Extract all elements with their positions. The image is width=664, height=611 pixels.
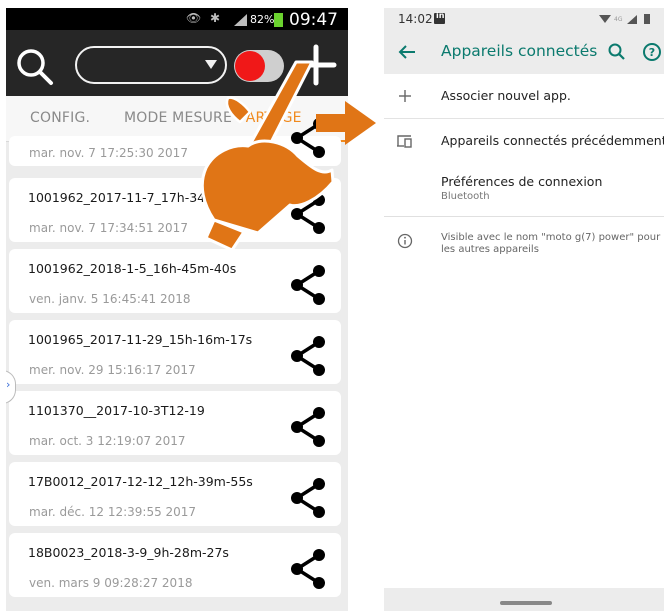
recording-title: 1001965_2017-11-29_15h-16m-17s xyxy=(28,332,253,347)
divider xyxy=(384,216,664,217)
linkedin-icon: in xyxy=(434,11,445,24)
signal-icon xyxy=(234,14,247,26)
associate-label: Associer nouvel app. xyxy=(441,88,571,103)
network-label: 4G xyxy=(614,16,623,23)
share-icon[interactable] xyxy=(289,116,327,160)
right-phone-screen: 14:02 in 4G Appareils connectés ? Associ… xyxy=(384,8,664,611)
recording-title: 1001962_2018-1-5_16h-45m-40s xyxy=(28,261,237,276)
search-icon[interactable] xyxy=(606,41,628,63)
left-phone-screen: 👁 ✱ 82% 09:47 CONFIG. MODE MESURE PARTAG… xyxy=(6,8,348,611)
chevron-right-icon: › xyxy=(6,378,11,391)
app-bar: Appareils connectés ? xyxy=(384,30,664,74)
list-item[interactable]: mar. nov. 7 17:25:30 2017 xyxy=(9,118,341,166)
share-icon[interactable] xyxy=(289,476,327,520)
record-dot-icon xyxy=(235,51,265,81)
status-time: 09:47 xyxy=(289,10,338,30)
list-item[interactable]: 1001965_2017-11-29_15h-16m-17s mer. nov.… xyxy=(9,320,341,384)
recording-date: mar. nov. 7 17:34:51 2017 xyxy=(29,221,188,235)
list-item[interactable]: 1001962_2017-11-7_17h-34m mar. nov. 7 17… xyxy=(9,178,341,242)
navigation-bar xyxy=(384,588,664,611)
battery-percent: 82% xyxy=(250,13,275,26)
recordings-list: mar. nov. 7 17:25:30 2017 1001962_2017-1… xyxy=(6,118,348,611)
recording-title: 17B0012_2017-12-12_12h-39m-55s xyxy=(28,474,253,489)
recording-date: mer. nov. 29 15:16:17 2017 xyxy=(29,363,196,377)
recording-date: ven. janv. 5 16:45:41 2018 xyxy=(29,292,191,306)
composite-screenshot: 👁 ✱ 82% 09:47 CONFIG. MODE MESURE PARTAG… xyxy=(0,0,664,611)
svg-text:?: ? xyxy=(649,46,655,59)
share-icon[interactable] xyxy=(289,405,327,449)
app-toolbar xyxy=(6,30,348,96)
help-icon[interactable]: ? xyxy=(641,41,663,63)
connection-preferences-row[interactable]: Préférences de connexion Bluetooth xyxy=(384,162,664,216)
devices-icon xyxy=(397,135,412,148)
plus-icon xyxy=(399,90,411,102)
network-battery-icons: 4G xyxy=(599,14,650,24)
search-button[interactable] xyxy=(14,46,56,88)
status-bar: 👁 ✱ 82% 09:47 xyxy=(6,8,348,30)
status-bar: 14:02 in 4G xyxy=(384,8,664,30)
recording-date: mar. nov. 7 17:25:30 2017 xyxy=(29,146,188,160)
share-icon[interactable] xyxy=(289,192,327,236)
page-title: Appareils connectés xyxy=(441,42,598,60)
plus-icon xyxy=(295,44,337,86)
list-item[interactable]: 17B0012_2017-12-12_12h-39m-55s mar. déc.… xyxy=(9,462,341,526)
recording-date: ven. mars 9 09:28:27 2018 xyxy=(29,576,193,590)
tab-config[interactable]: CONFIG. xyxy=(30,110,90,126)
add-button[interactable] xyxy=(294,43,338,87)
tab-mode-mesure[interactable]: MODE MESURE xyxy=(124,110,232,126)
prefs-label: Préférences de connexion xyxy=(441,174,603,189)
recording-title: 18B0023_2018-3-9_9h-28m-27s xyxy=(28,545,229,560)
previous-label: Appareils connectés précédemment xyxy=(441,133,664,148)
list-item[interactable]: 18B0023_2018-3-9_9h-28m-27s ven. mars 9 … xyxy=(9,533,341,597)
visibility-info: Visible avec le nom "moto g(7) power" po… xyxy=(384,228,664,268)
recording-title: 1001962_2017-11-7_17h-34m xyxy=(28,190,218,205)
record-toggle[interactable] xyxy=(234,50,284,82)
arrow-back-icon[interactable] xyxy=(396,41,418,63)
share-icon[interactable] xyxy=(289,263,327,307)
info-text: Visible avec le nom "moto g(7) power" po… xyxy=(441,232,661,255)
eye-slash-icon: 👁 xyxy=(186,11,202,25)
recording-date: mar. déc. 12 12:39:55 2017 xyxy=(29,505,197,519)
recording-title: 1101370__2017-10-3T12-19 xyxy=(28,403,205,418)
recording-date: mar. oct. 3 12:19:07 2017 xyxy=(29,434,186,448)
list-item[interactable]: 1101370__2017-10-3T12-19 mar. oct. 3 12:… xyxy=(9,391,341,455)
home-gesture-pill[interactable] xyxy=(500,601,552,605)
bluetooth-icon: ✱ xyxy=(210,11,221,25)
chevron-down-icon xyxy=(205,60,217,69)
prefs-subtitle: Bluetooth xyxy=(441,191,490,202)
search-icon xyxy=(17,49,53,85)
device-dropdown[interactable] xyxy=(75,46,227,84)
info-icon xyxy=(397,233,413,249)
list-item[interactable]: 1001962_2018-1-5_16h-45m-40s ven. janv. … xyxy=(9,249,341,313)
share-icon[interactable] xyxy=(289,334,327,378)
battery-icon xyxy=(274,13,283,27)
associate-new-device-row[interactable]: Associer nouvel app. xyxy=(384,74,664,118)
status-time: 14:02 xyxy=(398,12,433,26)
share-icon[interactable] xyxy=(289,547,327,591)
previously-connected-row[interactable]: Appareils connectés précédemment xyxy=(384,118,664,162)
